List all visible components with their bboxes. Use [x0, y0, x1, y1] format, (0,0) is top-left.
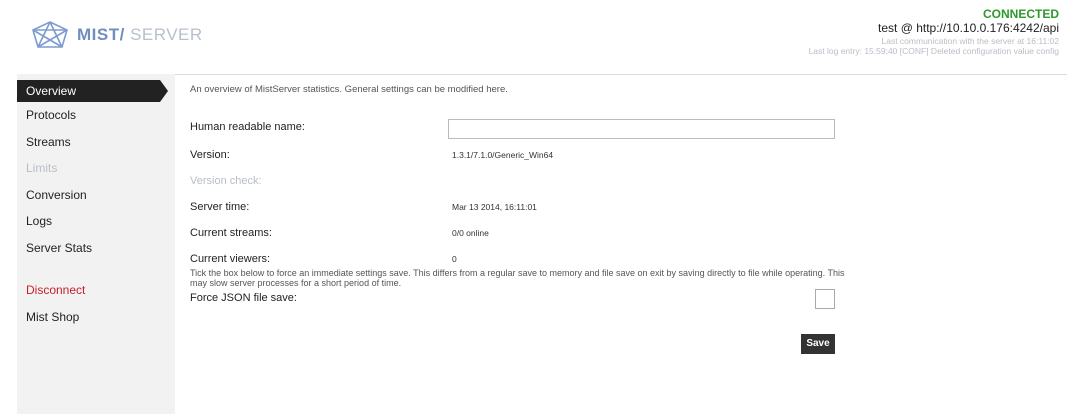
logo[interactable]: MIST/ SERVER — [31, 20, 203, 50]
row-version-check: Version check: — [190, 169, 850, 195]
row-current-streams: Current streams: 0/0 online — [190, 221, 850, 247]
logo-server: SERVER — [124, 25, 203, 44]
overview-intro: An overview of MistServer statistics. Ge… — [190, 84, 508, 95]
version-check-label: Version check: — [190, 175, 262, 187]
row-server-time: Server time: Mar 13 2014, 16:11:01 — [190, 195, 850, 221]
row-force-save: Force JSON file save: — [190, 288, 850, 312]
row-current-viewers: Current viewers: 0 — [190, 247, 850, 268]
connection-info: CONNECTED test @ http://10.10.0.176:4242… — [808, 7, 1060, 57]
human-readable-name-input[interactable] — [448, 119, 835, 139]
server-time-value: Mar 13 2014, 16:11:01 — [452, 202, 537, 212]
network-logo-icon — [32, 21, 68, 48]
force-save-checkbox[interactable] — [815, 289, 835, 309]
last-log-entry: Last log entry: 15:59:40 [CONF] Deleted … — [808, 46, 1059, 56]
current-streams-label: Current streams: — [190, 227, 272, 239]
current-viewers-value: 0 — [452, 254, 457, 264]
overview-panel: An overview of MistServer statistics. Ge… — [190, 74, 850, 312]
version-value: 1.3.1/7.1.0/Generic_Win64 — [452, 150, 554, 160]
name-label: Human readable name: — [190, 121, 305, 133]
sidebar-item-disconnect[interactable]: Disconnect — [17, 277, 175, 304]
sidebar-item-server-stats[interactable]: Server Stats — [17, 235, 175, 262]
current-viewers-label: Current viewers: — [190, 253, 271, 265]
save-button[interactable]: Save — [801, 334, 835, 354]
sidebar-item-protocols[interactable]: Protocols — [17, 102, 175, 129]
logo-mist: MIST/ — [77, 25, 125, 44]
sidebar-item-logs[interactable]: Logs — [17, 208, 175, 235]
logo-text: MIST/ SERVER — [77, 20, 203, 50]
sidebar-item-conversion[interactable]: Conversion — [17, 182, 175, 209]
sidebar: Overview Protocols Streams Limits Conver… — [17, 74, 175, 414]
row-name: Human readable name: — [190, 118, 850, 144]
header: MIST/ SERVER CONNECTED test @ http://10.… — [0, 0, 1067, 74]
force-save-label: Force JSON file save: — [190, 292, 297, 304]
sidebar-item-limits: Limits — [26, 161, 58, 175]
last-communication: Last communication with the server at 16… — [881, 36, 1060, 46]
version-label: Version: — [190, 149, 230, 161]
force-save-note: Tick the box below to force an immediate… — [190, 268, 845, 288]
connection-status: CONNECTED — [982, 7, 1059, 21]
sidebar-item-mist-shop[interactable]: Mist Shop — [17, 304, 175, 331]
current-streams-value: 0/0 online — [452, 228, 489, 238]
sidebar-item-overview[interactable]: Overview — [17, 80, 168, 102]
row-version: Version: 1.3.1/7.1.0/Generic_Win64 — [190, 143, 850, 169]
server-time-label: Server time: — [190, 201, 250, 213]
sidebar-item-streams[interactable]: Streams — [17, 129, 175, 156]
connection-host: test @ http://10.10.0.176:4242/api — [878, 21, 1059, 35]
